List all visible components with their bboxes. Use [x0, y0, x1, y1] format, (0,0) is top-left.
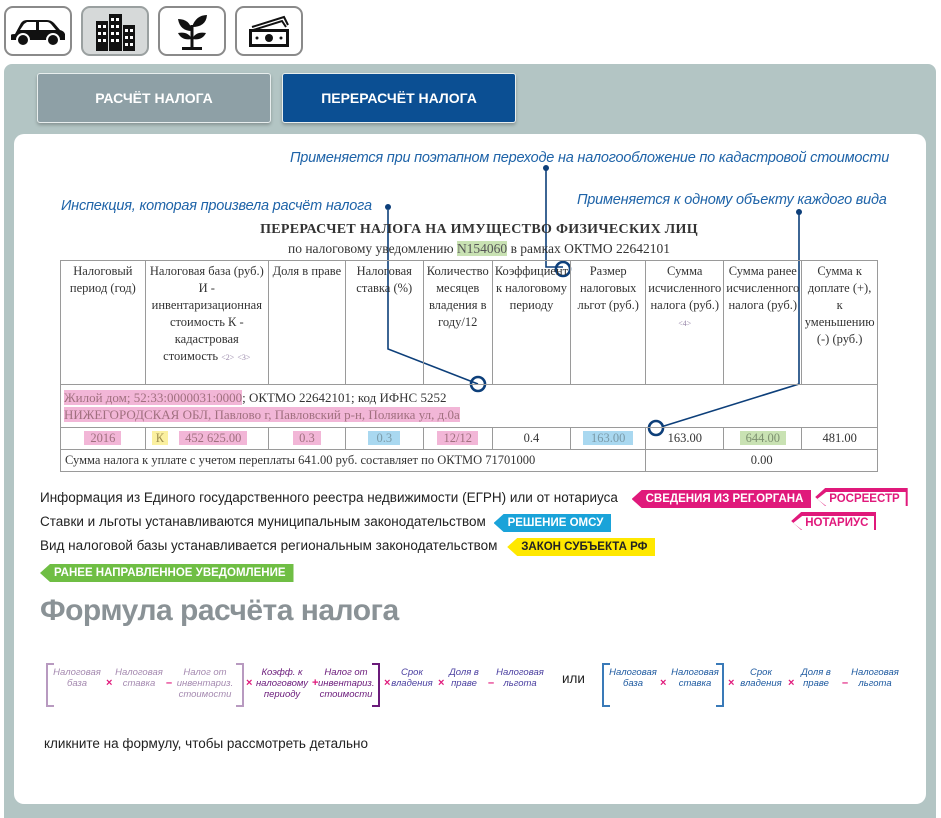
main-panel: РАСЧЁТ НАЛОГА ПЕРЕРАСЧЁТ НАЛОГА Применяе… [4, 64, 936, 818]
table-header: Размер налоговых льгот (руб.) [570, 260, 647, 385]
right-bracket-close [716, 663, 724, 707]
object-address: НИЖЕГОРОДСКАЯ ОБЛ, Павлово г, Павловский… [64, 407, 460, 422]
object-cadastral: Жилой дом; 52:33:0000031:0000 [64, 390, 243, 405]
formula-term: Налоговая льгота [496, 667, 544, 689]
formula-hint: кликните на формулу, чтобы рассмотреть д… [44, 736, 369, 751]
formula-term: Доля в праве [801, 667, 831, 689]
recalculation-content: Применяется при поэтапном переходе на на… [14, 134, 926, 804]
legend-notice: РАНЕЕ НАПРАВЛЕННОЕ УВЕДОМЛЕНИЕ [40, 564, 294, 582]
category-bar [0, 0, 941, 60]
recalculation-table: Налоговый период (год) Налоговая база (р… [59, 260, 878, 472]
cell-benefits: 163.00 [570, 427, 647, 450]
tab-tax-calculation[interactable]: РАСЧЁТ НАЛОГА [37, 73, 271, 123]
document-title: ПЕРЕРАСЧЕТ НАЛОГА НА ИМУЩЕСТВО ФИЗИЧЕСКИ… [260, 222, 698, 237]
tag-notary: НОТАРИУС [791, 512, 877, 530]
object-description: Жилой дом; 52:33:0000031:0000; ОКТМО 226… [60, 384, 878, 428]
formula-term: Доля в праве [449, 667, 479, 689]
table-row: 2016 К 452 625.00 0.3 0.3 12/12 0.4 163.… [60, 427, 878, 450]
cell-diff: 481.00 [801, 427, 878, 450]
cell-months: 12/12 [422, 427, 493, 450]
table-header: Налоговый период (год) [60, 260, 146, 385]
formula-operator: – [842, 677, 849, 689]
formula-term: Срок владения [391, 667, 433, 689]
formula-operator: – [166, 677, 173, 689]
formula-term: Налог от инвентариз. стоимости [318, 667, 375, 700]
plant-icon [178, 15, 207, 50]
table-header: Налоговая ставка (%) [344, 260, 424, 385]
table-header: Налоговая база (руб.) И - инвентаризацио… [144, 260, 269, 385]
tag-rosreestr: РОСРЕЕСТР [815, 488, 908, 506]
formula-term: Коэфф. к налоговому периоду [255, 667, 309, 700]
purple-bracket-close [372, 663, 380, 707]
legend-egrn: Информация из Единого государственного р… [40, 488, 908, 508]
tag-subject-law: ЗАКОН СУБЪЕКТА РФ [507, 538, 656, 556]
document-subtitle: по налоговому уведомлению N154060 в рамк… [74, 241, 884, 257]
object-oktmo: ; ОКТМО 22642101; код ИФНС 5252 [242, 390, 447, 405]
formula-image[interactable]: Налоговая база × Налоговая ставка – Нало… [46, 659, 906, 719]
formula-term: Налоговая база [53, 667, 101, 689]
formula-operator: × [788, 677, 795, 689]
table-header: Сумма исчисленного налога (руб.) <4> [645, 260, 725, 385]
summary-text: Сумма налога к уплате с учетом переплаты… [59, 449, 647, 472]
formula-term: Срок владения [740, 667, 782, 689]
formula-operator: × [246, 677, 253, 689]
formula-term: Налоговая ставка [115, 667, 163, 689]
legend-rates: Ставки и льготы устанавливаются муниципа… [40, 512, 877, 532]
cell-calculated: 163.00 [645, 427, 725, 450]
buildings-icon [96, 14, 135, 51]
tag-omsu: РЕШЕНИЕ ОМСУ [493, 514, 612, 532]
summary-row: Сумма налога к уплате с учетом переплаты… [59, 449, 878, 472]
tag-previous-notice: РАНЕЕ НАПРАВЛЕННОЕ УВЕДОМЛЕНИЕ [40, 564, 294, 582]
formula-heading: Формула расчёта налога [40, 594, 399, 627]
category-buildings-button[interactable] [81, 6, 149, 56]
category-land-button[interactable] [158, 6, 226, 56]
money-icon [249, 15, 289, 47]
category-money-button[interactable] [235, 6, 303, 56]
notice-number: N154060 [456, 241, 508, 256]
tab-tax-recalculation[interactable]: ПЕРЕРАСЧЁТ НАЛОГА [282, 73, 516, 123]
formula-operator: × [660, 677, 667, 689]
table-header: Доля в праве [267, 260, 346, 385]
formula-term: Налоговая льгота [851, 667, 899, 689]
tag-reg-organ: СВЕДЕНИЯ ИЗ РЕГ.ОРГАНА [631, 490, 812, 508]
cell-coef: 0.4 [491, 427, 572, 450]
object-row: Жилой дом; 52:33:0000031:0000; ОКТМО 226… [60, 384, 878, 428]
formula-operator: × [106, 677, 113, 689]
legend-egrn-text: Информация из Единого государственного р… [40, 490, 618, 505]
table-header: Количество месяцев владения в году/12 [422, 260, 493, 385]
formula-term: Налоговая ставка [671, 667, 719, 689]
table-header-row: Налоговый период (год) Налоговая база (р… [60, 260, 878, 385]
subtitle-suffix: в рамках ОКТМО 22642101 [510, 241, 671, 256]
formula-term: Налог от инвентариз. стоимости [176, 667, 234, 700]
legend-base-type: Вид налоговой базы устанавливается регио… [40, 538, 656, 556]
table-header: Сумма к доплате (+), к уменьшению (-) (р… [801, 260, 878, 385]
legend-rates-text: Ставки и льготы устанавливаются муниципа… [40, 514, 486, 529]
cell-period: 2016 [60, 427, 146, 450]
cell-share: 0.3 [267, 427, 346, 450]
table-header: Сумма ранее исчисленного налога (руб.) [723, 260, 803, 385]
subtitle-prefix: по налоговому уведомлению [287, 241, 454, 256]
car-icon [11, 20, 65, 47]
formula-or: или [562, 671, 585, 686]
formula-term: Налоговая база [609, 667, 657, 689]
cell-base: К 452 625.00 [144, 427, 269, 450]
cell-rate: 0.3 [344, 427, 424, 450]
summary-value: 0.00 [645, 449, 878, 472]
category-car-button[interactable] [4, 6, 72, 56]
formula-operator: – [488, 677, 495, 689]
formula-operator: × [728, 677, 735, 689]
legend-base-type-text: Вид налоговой базы устанавливается регио… [40, 538, 498, 553]
left-bracket-close [236, 663, 244, 707]
cell-previous: 644.00 [723, 427, 803, 450]
table-header: Коэффициент к налоговому периоду [491, 260, 572, 385]
